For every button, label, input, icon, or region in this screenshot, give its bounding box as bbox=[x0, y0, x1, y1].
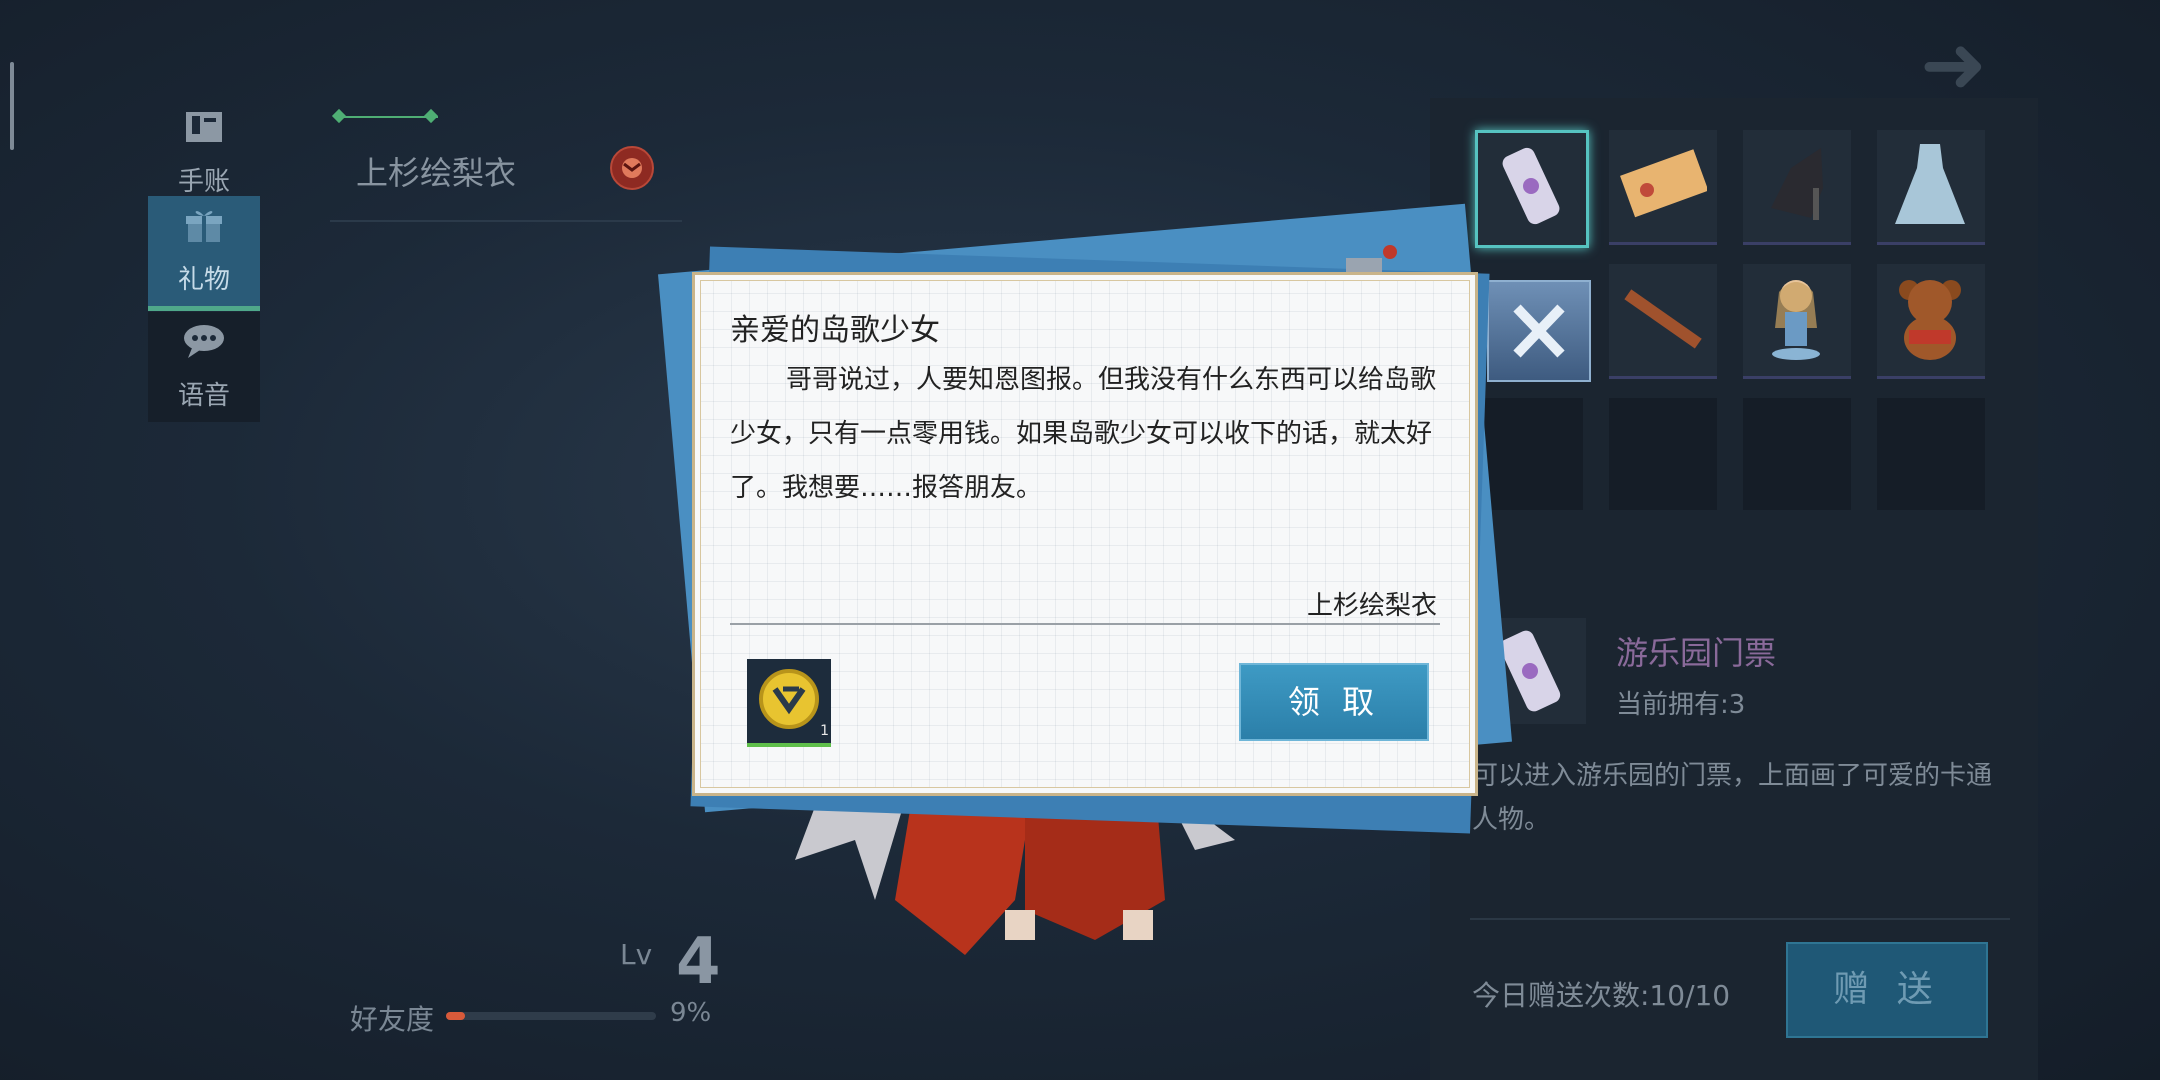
header-accent-dot bbox=[331, 108, 347, 124]
gift-slot[interactable] bbox=[1877, 264, 1985, 379]
close-button[interactable] bbox=[1487, 280, 1591, 382]
nav-journal-label: 手账 bbox=[177, 167, 230, 197]
gift-slot[interactable] bbox=[1743, 130, 1851, 245]
corner-ornament bbox=[1457, 775, 1478, 796]
wooden-stick-icon bbox=[1624, 289, 1702, 349]
gift-slot[interactable] bbox=[1475, 130, 1589, 248]
corner-ornament bbox=[692, 775, 713, 796]
nav-journal[interactable]: 手账 bbox=[148, 98, 260, 208]
nav-gift[interactable]: 礼物 bbox=[148, 196, 260, 311]
nav-voice-label: 语音 bbox=[177, 381, 230, 411]
character-name: 上杉绘梨衣 bbox=[356, 154, 517, 192]
gift-slot-empty bbox=[1475, 398, 1583, 510]
figurine-doll-icon bbox=[1772, 280, 1820, 360]
send-gift-button[interactable]: 赠 送 bbox=[1786, 942, 1988, 1038]
affinity-label: 好友度 bbox=[350, 1003, 435, 1036]
gift-slot[interactable] bbox=[1609, 130, 1717, 245]
scroll-indicator bbox=[10, 62, 14, 150]
character-header: 上杉绘梨衣 bbox=[330, 108, 682, 222]
blue-dress-icon bbox=[1895, 144, 1965, 224]
selected-item-description: 可以进入游乐园的门票，上面画了可爱的卡通人物。 bbox=[1472, 761, 1993, 835]
close-icon bbox=[1513, 304, 1565, 358]
selected-item-owned: 当前拥有:3 bbox=[1616, 690, 1746, 720]
nav-gift-label: 礼物 bbox=[177, 265, 230, 295]
high-heel-shoe-icon bbox=[1771, 148, 1823, 220]
affinity-percent: 9% bbox=[670, 998, 712, 1028]
level-label: Lv bbox=[620, 938, 653, 971]
amusement-park-ticket-icon bbox=[1502, 147, 1560, 225]
gift-icon bbox=[186, 211, 222, 242]
selected-item-name: 游乐园门票 bbox=[1616, 634, 1777, 672]
panel-divider bbox=[1470, 918, 2010, 920]
corner-ornament bbox=[1457, 272, 1478, 293]
reward-count: 1 bbox=[820, 723, 829, 739]
affinity-progress-fill bbox=[446, 1012, 465, 1020]
letter-title: 亲爱的岛歌少女 bbox=[730, 313, 940, 348]
gift-slot[interactable] bbox=[1743, 264, 1851, 379]
corner-ornament bbox=[692, 272, 713, 293]
teddy-bear-icon bbox=[1899, 280, 1961, 360]
voice-chat-icon bbox=[184, 325, 224, 358]
gift-slot[interactable] bbox=[1877, 130, 1985, 245]
letter-body: 哥哥说过，人要知恩图报。但我没有什么东西可以给岛歌少女，只有一点零用钱。如果岛歌… bbox=[730, 365, 1437, 503]
gold-coin-icon bbox=[759, 669, 819, 729]
header-accent-line bbox=[338, 116, 438, 118]
daily-gift-count: 今日赠送次数:10/10 bbox=[1472, 979, 1731, 1012]
gift-slot-empty bbox=[1609, 398, 1717, 510]
gift-slot-empty bbox=[1743, 398, 1851, 510]
nav-voice[interactable]: 语音 bbox=[148, 312, 260, 422]
claim-button[interactable]: 领 取 bbox=[1239, 663, 1429, 741]
header-accent-dot bbox=[423, 108, 439, 124]
letter-signature: 上杉绘梨衣 bbox=[1306, 591, 1437, 621]
coupon-ticket-icon bbox=[1620, 149, 1707, 218]
signature-divider bbox=[730, 623, 1440, 625]
reward-item[interactable]: 1 bbox=[747, 659, 831, 747]
arrow-right-icon: ➜ bbox=[1920, 18, 1988, 111]
affinity-progress-bar bbox=[446, 1012, 656, 1020]
gift-slot[interactable] bbox=[1609, 264, 1717, 379]
journal-icon bbox=[186, 112, 222, 142]
character-emblem-icon bbox=[610, 146, 654, 190]
level-value: 4 bbox=[676, 925, 721, 999]
letter-dialog: 亲爱的岛歌少女 哥哥说过，人要知恩图报。但我没有什么东西可以给岛歌少女，只有一点… bbox=[692, 272, 1478, 796]
gift-slot-empty bbox=[1877, 398, 1985, 510]
